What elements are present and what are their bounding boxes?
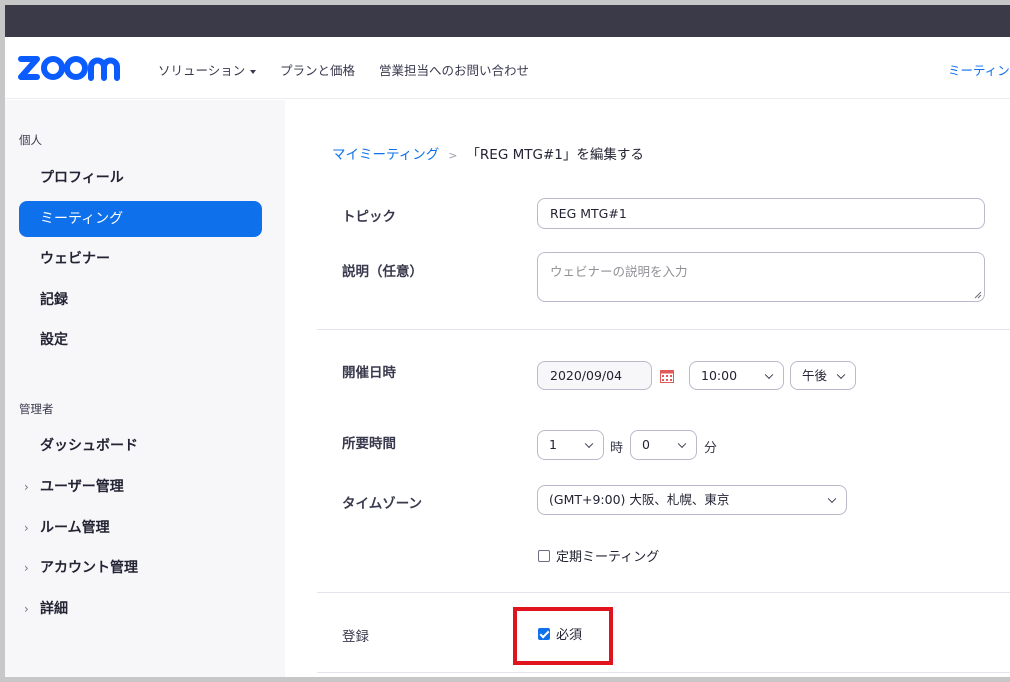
topic-input[interactable]	[537, 198, 985, 229]
recurring-label[interactable]: 定期ミーティング	[556, 546, 659, 565]
breadcrumb-separator: >	[448, 149, 458, 162]
sidebar: 個人 プロフィール ミーティング ウェビナー 記録 設定 管理者 ダッシュボード…	[5, 100, 285, 677]
sidebar-item-meetings[interactable]: ミーティング	[19, 201, 262, 237]
calendar-icon[interactable]	[660, 369, 674, 383]
sidebar-item-account-management[interactable]: › アカウント管理	[19, 550, 262, 586]
caret-down-icon	[250, 69, 257, 74]
nav-plans-pricing[interactable]: プランと価格	[280, 60, 355, 79]
description-textarea[interactable]: ウェビナーの説明を入力	[537, 252, 985, 302]
sidebar-item-advanced[interactable]: › 詳細	[19, 591, 262, 627]
chevron-right-icon: ›	[24, 602, 29, 616]
duration-minutes-select[interactable]: 0	[630, 430, 697, 460]
sidebar-item-user-management[interactable]: › ユーザー管理	[19, 469, 262, 505]
zoom-logo[interactable]	[17, 50, 129, 84]
chevron-down-icon	[764, 370, 774, 379]
chevron-down-icon	[584, 439, 594, 449]
time-select[interactable]: 10:00	[689, 361, 784, 390]
sidebar-item-profile[interactable]: プロフィール	[19, 160, 262, 196]
chevron-right-icon: ›	[24, 521, 29, 535]
datetime-label: 開催日時	[342, 365, 396, 381]
chevron-down-icon	[677, 439, 687, 449]
chevron-down-icon	[836, 370, 846, 379]
sidebar-item-dashboard[interactable]: ダッシュボード	[19, 428, 262, 464]
main-content: マイミーティング > 「REG MTG#1」を編集する トピック 説明（任意） ウェ…	[285, 100, 1010, 677]
chevron-right-icon: ›	[24, 561, 29, 575]
ampm-select[interactable]: 午後	[790, 361, 856, 390]
minutes-unit: 分	[704, 441, 718, 456]
breadcrumb: マイミーティング > 「REG MTG#1」を編集する	[332, 143, 644, 163]
description-label: 説明（任意）	[342, 264, 423, 280]
section-divider	[317, 592, 1010, 593]
sidebar-item-settings[interactable]: 設定	[19, 322, 262, 358]
hours-unit: 時	[610, 441, 624, 456]
chevron-right-icon: ›	[24, 480, 29, 494]
sidebar-item-webinars[interactable]: ウェビナー	[19, 241, 262, 277]
sidebar-item-room-management[interactable]: › ルーム管理	[19, 510, 262, 546]
section-divider	[317, 672, 1010, 673]
nav-contact-sales[interactable]: 営業担当へのお問い合わせ	[379, 60, 529, 79]
resize-handle-icon[interactable]	[974, 291, 982, 299]
nav-solutions[interactable]: ソリューション	[158, 60, 257, 79]
description-placeholder: ウェビナーの説明を入力	[550, 264, 688, 279]
date-input[interactable]	[537, 361, 652, 390]
timezone-select[interactable]: (GMT+9:00) 大阪、札幌、東京	[537, 485, 847, 515]
breadcrumb-current: 「REG MTG#1」を編集する	[466, 147, 644, 163]
browser-top-bar	[5, 5, 1010, 37]
sidebar-item-recordings[interactable]: 記録	[19, 282, 262, 318]
duration-label: 所要時間	[342, 436, 396, 452]
section-divider	[317, 329, 1010, 330]
breadcrumb-my-meetings[interactable]: マイミーティング	[332, 147, 439, 163]
topic-label: トピック	[342, 209, 396, 225]
sidebar-section-personal: 個人	[19, 133, 42, 147]
annotation-highlight-box	[513, 607, 613, 665]
recurring-checkbox[interactable]	[538, 550, 550, 562]
app-window: ソリューション プランと価格 営業担当へのお問い合わせ ミーティン 個人 プロフ…	[0, 0, 1010, 682]
sidebar-section-admin: 管理者	[19, 402, 54, 416]
nav-meetings-link[interactable]: ミーティン	[948, 60, 1010, 79]
registration-label: 登録	[342, 629, 369, 645]
duration-hours-select[interactable]: 1	[537, 430, 604, 460]
timezone-label: タイムゾーン	[342, 496, 423, 512]
chevron-down-icon	[827, 494, 837, 504]
site-header: ソリューション プランと価格 営業担当へのお問い合わせ ミーティン	[5, 37, 1010, 99]
